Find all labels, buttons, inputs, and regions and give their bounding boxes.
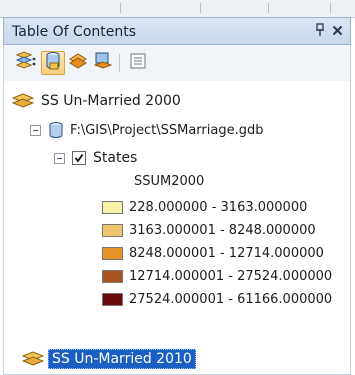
- legend-class-row[interactable]: 3163.000001 - 8248.000000: [102, 219, 316, 241]
- pin-icon[interactable]: [315, 23, 325, 41]
- options-icon: [129, 52, 147, 74]
- window-title: Table Of Contents: [12, 24, 137, 40]
- data-frame-icon: [12, 93, 34, 109]
- legend-swatch[interactable]: [102, 223, 123, 237]
- toolbar-separator: [200, 3, 201, 13]
- close-icon[interactable]: [332, 22, 343, 40]
- workspace-path: F:\GIS\Project\SSMarriage.gdb: [70, 122, 264, 138]
- table-of-contents-window: Table Of Contents SS Un-Married 2000 F:\…: [0, 0, 355, 375]
- legend-class-label: 8248.000001 - 12714.000000: [129, 245, 324, 261]
- list-by-selection-icon: [93, 51, 113, 75]
- legend-swatch[interactable]: [102, 269, 123, 283]
- layer-visibility-checkbox[interactable]: [72, 151, 86, 165]
- data-frame-row[interactable]: SS Un-Married 2010: [22, 348, 196, 370]
- list-by-visibility-button[interactable]: [66, 51, 90, 75]
- legend-class-label: 27524.000001 - 61166.000000: [129, 291, 333, 307]
- list-by-selection-button[interactable]: [91, 51, 115, 75]
- symbology-field-name: SSUM2000: [134, 173, 205, 189]
- list-by-drawing-order-button[interactable]: [14, 51, 38, 75]
- options-button[interactable]: [126, 51, 150, 75]
- toolbar-separator: [120, 3, 121, 13]
- layer-row-states[interactable]: States: [54, 147, 137, 169]
- database-icon: [48, 121, 64, 139]
- list-by-source-button[interactable]: [41, 51, 65, 75]
- list-by-visibility-icon: [68, 51, 88, 75]
- legend-class-row[interactable]: 8248.000001 - 12714.000000: [102, 242, 324, 264]
- top-toolbar-strip: [0, 0, 355, 18]
- legend-swatch[interactable]: [102, 200, 123, 214]
- legend-class-row[interactable]: 228.000000 - 3163.000000: [102, 196, 307, 218]
- legend-class-label: 12714.000001 - 27524.000000: [129, 268, 333, 284]
- toolbar-separator: [268, 3, 269, 13]
- data-frame-row[interactable]: SS Un-Married 2000: [12, 90, 181, 112]
- symbology-field-row: SSUM2000: [134, 170, 204, 192]
- list-by-source-icon: [44, 51, 62, 75]
- layer-tree: SS Un-Married 2000 F:\GIS\Project\SSMarr…: [3, 81, 351, 375]
- workspace-row[interactable]: F:\GIS\Project\SSMarriage.gdb: [30, 119, 264, 141]
- data-frame-label: SS Un-Married 2000: [41, 93, 181, 109]
- legend-class-label: 3163.000001 - 8248.000000: [129, 222, 316, 238]
- data-frame-label-selected: SS Un-Married 2010: [48, 349, 196, 369]
- collapse-icon[interactable]: [54, 152, 65, 164]
- data-frame-icon: [22, 351, 44, 367]
- legend-class-row[interactable]: 27524.000001 - 61166.000000: [102, 288, 332, 310]
- legend-class-label: 228.000000 - 3163.000000: [129, 199, 308, 215]
- legend-class-row[interactable]: 12714.000001 - 27524.000000: [102, 265, 332, 287]
- toolbar-separator: [119, 54, 120, 72]
- window-titlebar: Table Of Contents: [3, 17, 351, 45]
- list-by-drawing-order-icon: [15, 51, 37, 75]
- legend-swatch[interactable]: [102, 292, 123, 306]
- toc-toolbar: [3, 45, 351, 81]
- collapse-icon[interactable]: [30, 124, 41, 136]
- toolbar-separator: [330, 3, 331, 13]
- legend-swatch[interactable]: [102, 246, 123, 260]
- layer-name: States: [93, 150, 138, 166]
